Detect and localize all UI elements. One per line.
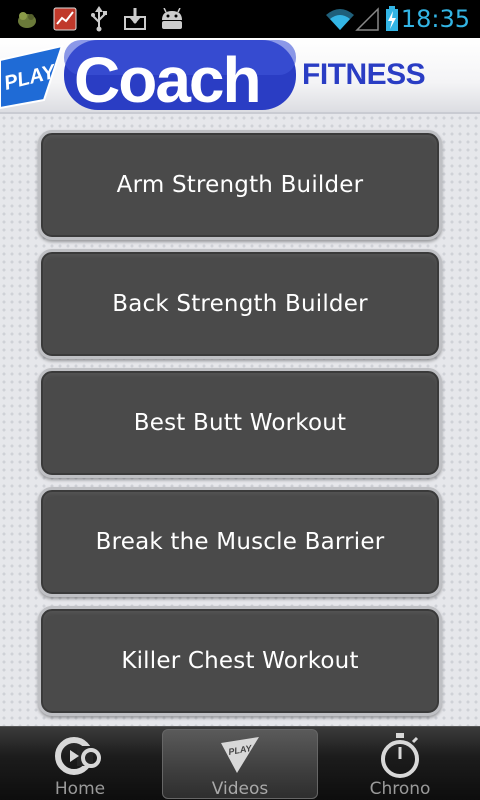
tab-label: Chrono xyxy=(369,779,431,799)
android-app-icon xyxy=(14,6,40,32)
tab-label: Videos xyxy=(211,779,269,799)
bottom-tab-bar: Home PLAY Videos Chrono xyxy=(0,726,480,800)
workout-button-label: Killer Chest Workout xyxy=(121,648,359,674)
status-bar: 18:35 xyxy=(0,0,480,38)
tab-videos[interactable]: PLAY Videos xyxy=(160,727,320,800)
tab-home[interactable]: Home xyxy=(0,727,160,800)
status-time: 18:35 xyxy=(400,5,470,33)
play-icon: PLAY xyxy=(221,737,259,773)
workout-button-killer-chest-workout[interactable]: Killer Chest Workout xyxy=(38,606,442,716)
workout-button-label: Break the Muscle Barrier xyxy=(95,529,385,555)
app-header: PLAY Coach FITNESS xyxy=(0,38,480,114)
tab-label: Home xyxy=(54,779,106,799)
workout-button-arm-strength-builder[interactable]: Arm Strength Builder xyxy=(38,130,442,240)
workout-button-label: Best Butt Workout xyxy=(133,410,347,436)
battery-charging-icon xyxy=(384,6,400,32)
wifi-icon xyxy=(324,6,356,32)
signal-icon xyxy=(354,6,380,32)
stopwatch-icon xyxy=(381,733,419,778)
usb-icon xyxy=(88,6,110,32)
svg-text:FITNESS: FITNESS xyxy=(302,58,425,91)
workout-list-area: Arm Strength Builder Back Strength Build… xyxy=(0,114,480,726)
workout-button-best-butt-workout[interactable]: Best Butt Workout xyxy=(38,368,442,478)
activity-monitor-icon xyxy=(52,6,78,32)
workout-button-label: Arm Strength Builder xyxy=(116,172,364,198)
download-icon xyxy=(122,6,148,32)
workout-button-label: Back Strength Builder xyxy=(112,291,368,317)
svg-text:Coach: Coach xyxy=(74,44,260,112)
workout-button-back-strength-builder[interactable]: Back Strength Builder xyxy=(38,249,442,359)
playcoach-fitness-logo: PLAY Coach FITNESS xyxy=(0,40,426,112)
app-screen: 18:35 PLAY Coach FITNESS Arm Strength Bu… xyxy=(0,0,480,800)
tab-chrono[interactable]: Chrono xyxy=(320,727,480,800)
android-robot-icon xyxy=(158,6,186,32)
home-co-icon xyxy=(55,737,101,775)
workout-list: Arm Strength Builder Back Strength Build… xyxy=(38,130,442,725)
workout-button-break-the-muscle-barrier[interactable]: Break the Muscle Barrier xyxy=(38,487,442,597)
